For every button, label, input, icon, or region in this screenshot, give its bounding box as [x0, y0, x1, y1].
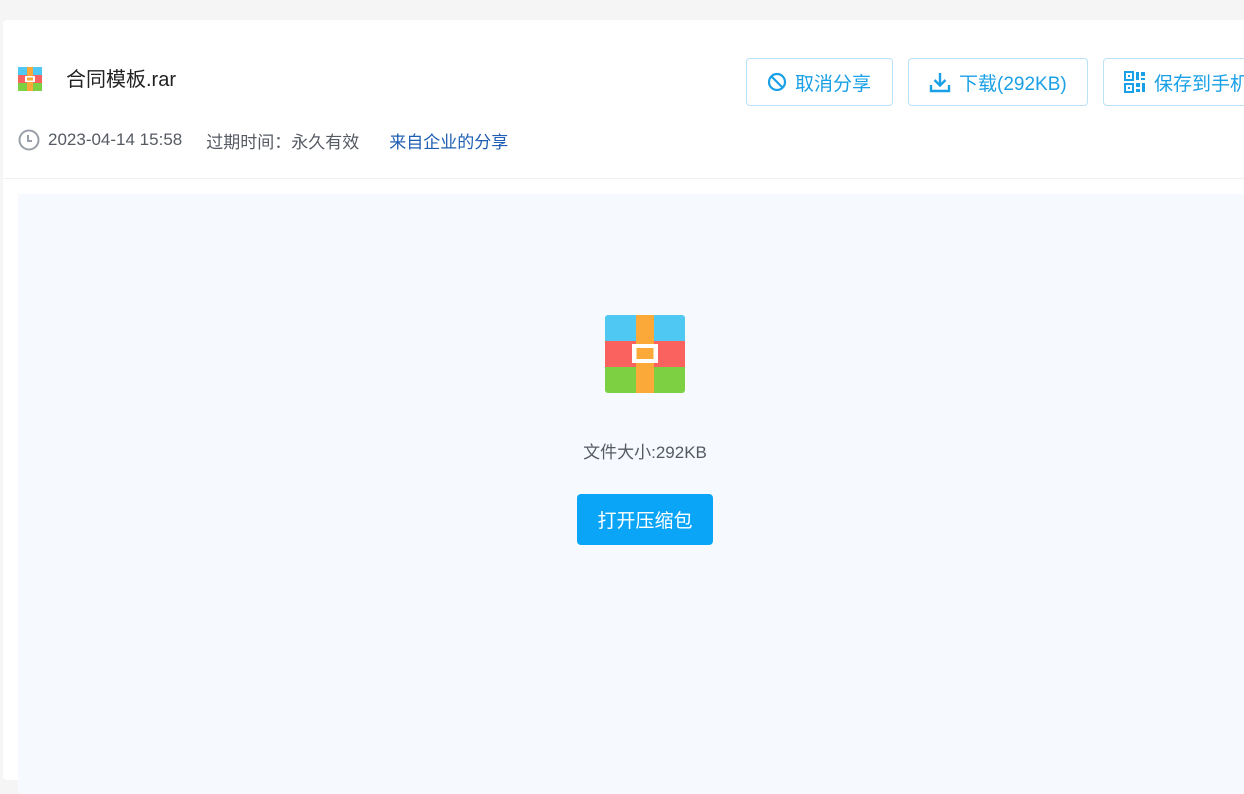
rar-archive-icon	[18, 67, 42, 91]
file-preview-area: 文件大小:292KB 打开压缩包	[18, 194, 1244, 794]
save-to-phone-label: 保存到手机	[1154, 73, 1244, 95]
expire-label: 过期时间：	[206, 132, 292, 152]
file-size-text: 文件大小:292KB	[18, 438, 1244, 463]
cancel-share-button[interactable]: 取消分享	[746, 58, 893, 106]
download-button[interactable]: 下载(292KB)	[908, 58, 1088, 106]
rar-archive-large-icon	[605, 315, 685, 393]
share-card: 合同模板.rar 2023-04-14 15:58 过期时间： 永久有效 来自企…	[3, 20, 1244, 794]
file-name: 合同模板.rar	[66, 69, 176, 91]
download-icon	[929, 73, 951, 93]
share-header: 合同模板.rar 2023-04-14 15:58 过期时间： 永久有效 来自企…	[3, 20, 1244, 179]
expire-value: 永久有效	[291, 132, 360, 152]
cancel-share-label: 取消分享	[795, 73, 872, 95]
open-archive-label: 打开压缩包	[597, 511, 693, 532]
share-source-link[interactable]: 来自企业的分享	[389, 128, 508, 153]
ban-icon	[767, 72, 787, 92]
share-datetime: 2023-04-14 15:58	[48, 130, 183, 149]
share-meta: 2023-04-14 15:58 过期时间： 永久有效 来自企业的分享	[18, 128, 508, 152]
file-size-label: 文件大小:	[583, 443, 656, 462]
qr-code-icon	[1124, 71, 1145, 93]
download-label: 下载(292KB)	[959, 73, 1067, 95]
clock-icon	[18, 129, 40, 151]
save-to-phone-button[interactable]: 保存到手机	[1103, 58, 1244, 106]
file-size-value: 292KB	[655, 443, 707, 462]
open-archive-button[interactable]: 打开压缩包	[577, 494, 713, 545]
